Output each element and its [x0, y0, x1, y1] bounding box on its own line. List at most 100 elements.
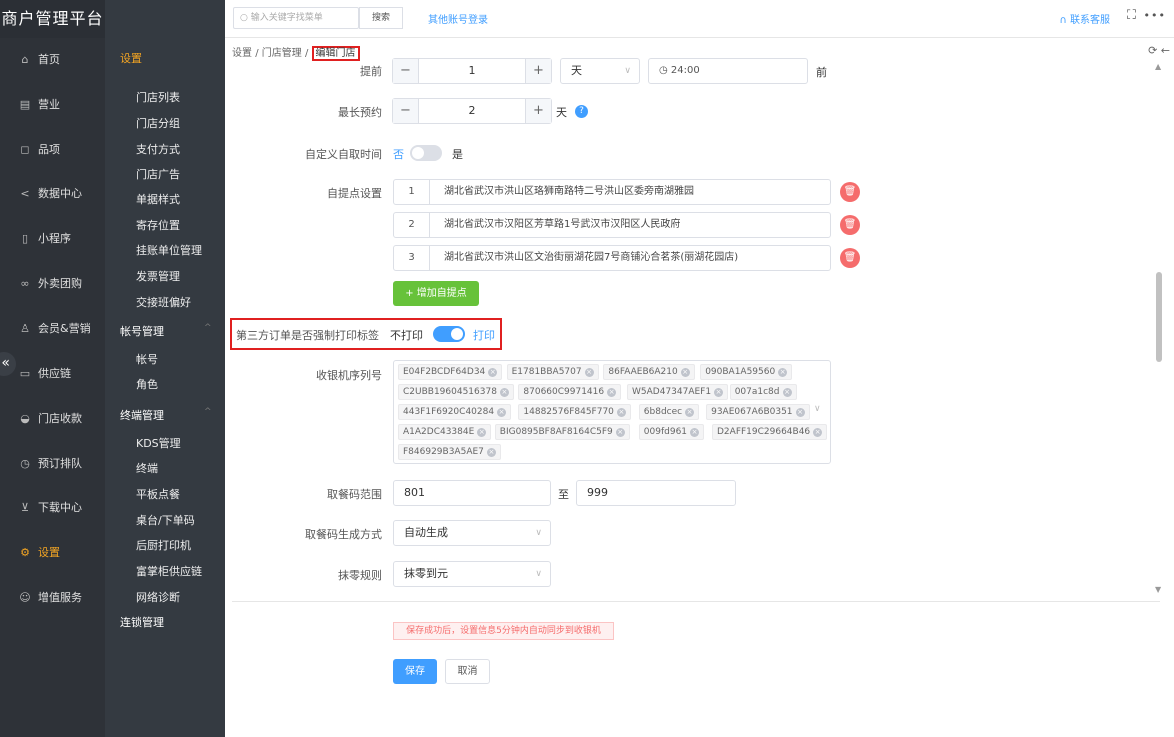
cancel-button[interactable]: 取消: [445, 659, 490, 684]
advance-unit-select[interactable]: 天 ∨: [560, 58, 640, 84]
search-button[interactable]: 搜索: [359, 7, 403, 29]
fullscreen-icon[interactable]: ⛶: [1127, 8, 1136, 23]
serial-tag[interactable]: 86FAAEB6A210 ×: [603, 364, 695, 380]
save-button[interactable]: 保存: [393, 659, 437, 684]
refresh-icon[interactable]: ⟳: [1148, 44, 1157, 57]
submenu-item-credit-units[interactable]: 挂账单位管理: [136, 242, 202, 258]
serial-tag[interactable]: 870660C9971416 ×: [518, 384, 622, 400]
contact-support-link[interactable]: ∩ 联系客服: [1060, 11, 1111, 26]
scroll-up-arrow-icon[interactable]: ▲: [1155, 62, 1161, 71]
content-scrollbar[interactable]: ▲ ▼: [1155, 62, 1163, 595]
serial-tag[interactable]: E04F2BCDF64D34 ×: [398, 364, 503, 380]
serial-tag[interactable]: 090BA1A59560 ×: [700, 364, 793, 380]
pickup-point-row[interactable]: 2 湖北省武汉市汉阳区芳草路1号武汉市汉阳区人民政府: [393, 212, 831, 238]
close-icon[interactable]: ×: [680, 368, 690, 377]
submenu-item-terminal[interactable]: 终端: [136, 460, 158, 476]
submenu-item-kds[interactable]: KDS管理: [136, 435, 181, 451]
nav-item-membership[interactable]: ♙ 会员&营销: [0, 318, 105, 340]
scroll-down-arrow-icon[interactable]: ▼: [1155, 585, 1161, 594]
nav-item-settings[interactable]: ⚙ 设置: [0, 542, 105, 564]
close-icon[interactable]: ×: [497, 408, 507, 417]
close-icon[interactable]: ×: [782, 388, 792, 397]
advance-time-input[interactable]: ◷ 24:00: [648, 58, 808, 84]
close-icon[interactable]: ×: [615, 428, 625, 437]
serial-tag[interactable]: 14882576F845F770 ×: [518, 404, 631, 420]
more-icon[interactable]: •••: [1144, 9, 1166, 22]
serial-tag[interactable]: 009fd961 ×: [638, 424, 705, 440]
serial-tag[interactable]: A1A2DC43384E ×: [398, 424, 492, 440]
nav-item-data-center[interactable]: < 数据中心: [0, 183, 105, 205]
submenu-item-receipt-style[interactable]: 单据样式: [136, 191, 180, 207]
delete-icon[interactable]: 🗑: [840, 182, 860, 202]
nav-item-business[interactable]: ▤ 营业: [0, 94, 105, 116]
custom-pickup-toggle[interactable]: [410, 145, 442, 161]
submenu-group-terminal[interactable]: 终端管理 ^: [120, 407, 212, 423]
help-icon[interactable]: ?: [575, 105, 588, 118]
close-icon[interactable]: ×: [795, 408, 805, 417]
minus-icon[interactable]: −: [393, 59, 419, 83]
submenu-item-shift[interactable]: 交接班偏好: [136, 294, 191, 310]
serial-tag[interactable]: C2UBB19604516378 ×: [398, 384, 514, 400]
breadcrumb-settings[interactable]: 设置: [232, 48, 252, 59]
pickup-code-to-input[interactable]: 999: [576, 480, 736, 506]
code-gen-select[interactable]: 自动生成 ∨: [393, 520, 551, 546]
pickup-code-from-input[interactable]: 801: [393, 480, 551, 506]
submenu-item-payment-methods[interactable]: 支付方式: [136, 141, 180, 157]
serial-tag[interactable]: E1781BBA5707 ×: [506, 364, 599, 380]
scroll-thumb[interactable]: [1156, 272, 1162, 362]
close-icon[interactable]: ×: [488, 368, 498, 377]
close-icon[interactable]: ×: [778, 368, 788, 377]
serial-tag[interactable]: 93AE067A6B0351 ×: [706, 404, 810, 420]
menu-search-input[interactable]: ○ 输入关键字找菜单: [233, 7, 359, 29]
add-pickup-point-button[interactable]: + 增加自提点: [393, 281, 479, 306]
back-arrow-icon[interactable]: ←: [1161, 44, 1170, 57]
close-icon[interactable]: ×: [813, 428, 823, 437]
close-icon[interactable]: ×: [499, 388, 509, 397]
submenu-item-role[interactable]: 角色: [136, 376, 158, 392]
nav-item-value-added[interactable]: ☺ 增值服务: [0, 587, 105, 609]
close-icon[interactable]: ×: [685, 408, 695, 417]
serial-tag[interactable]: D2AFF19C29664B46 ×: [712, 424, 828, 440]
delete-icon[interactable]: 🗑: [840, 248, 860, 268]
serial-tag[interactable]: 443F1F6920C40284 ×: [398, 404, 512, 420]
submenu-item-tablet-order[interactable]: 平板点餐: [136, 486, 180, 502]
submenu-item-invoice[interactable]: 发票管理: [136, 268, 180, 284]
close-icon[interactable]: ×: [486, 448, 496, 457]
submenu-item-store-ads[interactable]: 门店广告: [136, 166, 180, 182]
breadcrumb-store-mgmt[interactable]: 门店管理: [262, 48, 302, 59]
delete-icon[interactable]: 🗑: [840, 215, 860, 235]
submenu-item-network[interactable]: 网络诊断: [136, 589, 180, 605]
force-print-toggle[interactable]: [433, 326, 465, 342]
pickup-point-row[interactable]: 3 湖北省武汉市洪山区文治街丽湖花园7号商铺沁合茗茶(丽湖花园店): [393, 245, 831, 271]
chevron-down-icon[interactable]: ∨: [814, 404, 821, 414]
submenu-item-table-code[interactable]: 桌台/下单码: [136, 512, 195, 528]
close-icon[interactable]: ×: [690, 428, 700, 437]
close-icon[interactable]: ×: [584, 368, 594, 377]
submenu-item-store-list[interactable]: 门店列表: [136, 89, 180, 105]
close-icon[interactable]: ×: [616, 408, 626, 417]
other-account-login-link[interactable]: 其他账号登录: [428, 11, 488, 26]
nav-item-downloads[interactable]: ⊻ 下载中心: [0, 497, 105, 519]
submenu-group-account[interactable]: 帐号管理 ^: [120, 323, 212, 339]
nav-item-products[interactable]: ◻ 品项: [0, 139, 105, 161]
serial-tag[interactable]: F846929B3A5AE7 ×: [398, 444, 501, 460]
nav-item-payment[interactable]: ◒ 门店收款: [0, 408, 105, 430]
serial-tag[interactable]: 007a1c8d ×: [729, 384, 797, 400]
serial-tag[interactable]: BIG0895BF8AF8164C5F9 ×: [494, 424, 630, 440]
close-icon[interactable]: ×: [607, 388, 617, 397]
submenu-group-chain[interactable]: 连锁管理: [120, 614, 220, 630]
close-icon[interactable]: ×: [714, 388, 724, 397]
advance-days-stepper[interactable]: − 1 +: [392, 58, 552, 84]
close-icon[interactable]: ×: [477, 428, 487, 437]
submenu-item-store-group[interactable]: 门店分组: [136, 115, 180, 131]
plus-icon[interactable]: +: [525, 59, 551, 83]
rounding-select[interactable]: 抹零到元 ∨: [393, 561, 551, 587]
plus-icon[interactable]: +: [525, 99, 551, 123]
serial-tag[interactable]: 6b8dcec ×: [638, 404, 700, 420]
submenu-item-kitchen-printer[interactable]: 后厨打印机: [136, 537, 191, 553]
serial-tag[interactable]: W5AD47347AEF1 ×: [627, 384, 729, 400]
submenu-item-supply[interactable]: 富掌柜供应链: [136, 563, 202, 579]
submenu-item-storage[interactable]: 寄存位置: [136, 217, 180, 233]
nav-item-home[interactable]: ⌂ 首页: [0, 49, 105, 71]
nav-item-reservation[interactable]: ◷ 预订排队: [0, 453, 105, 475]
